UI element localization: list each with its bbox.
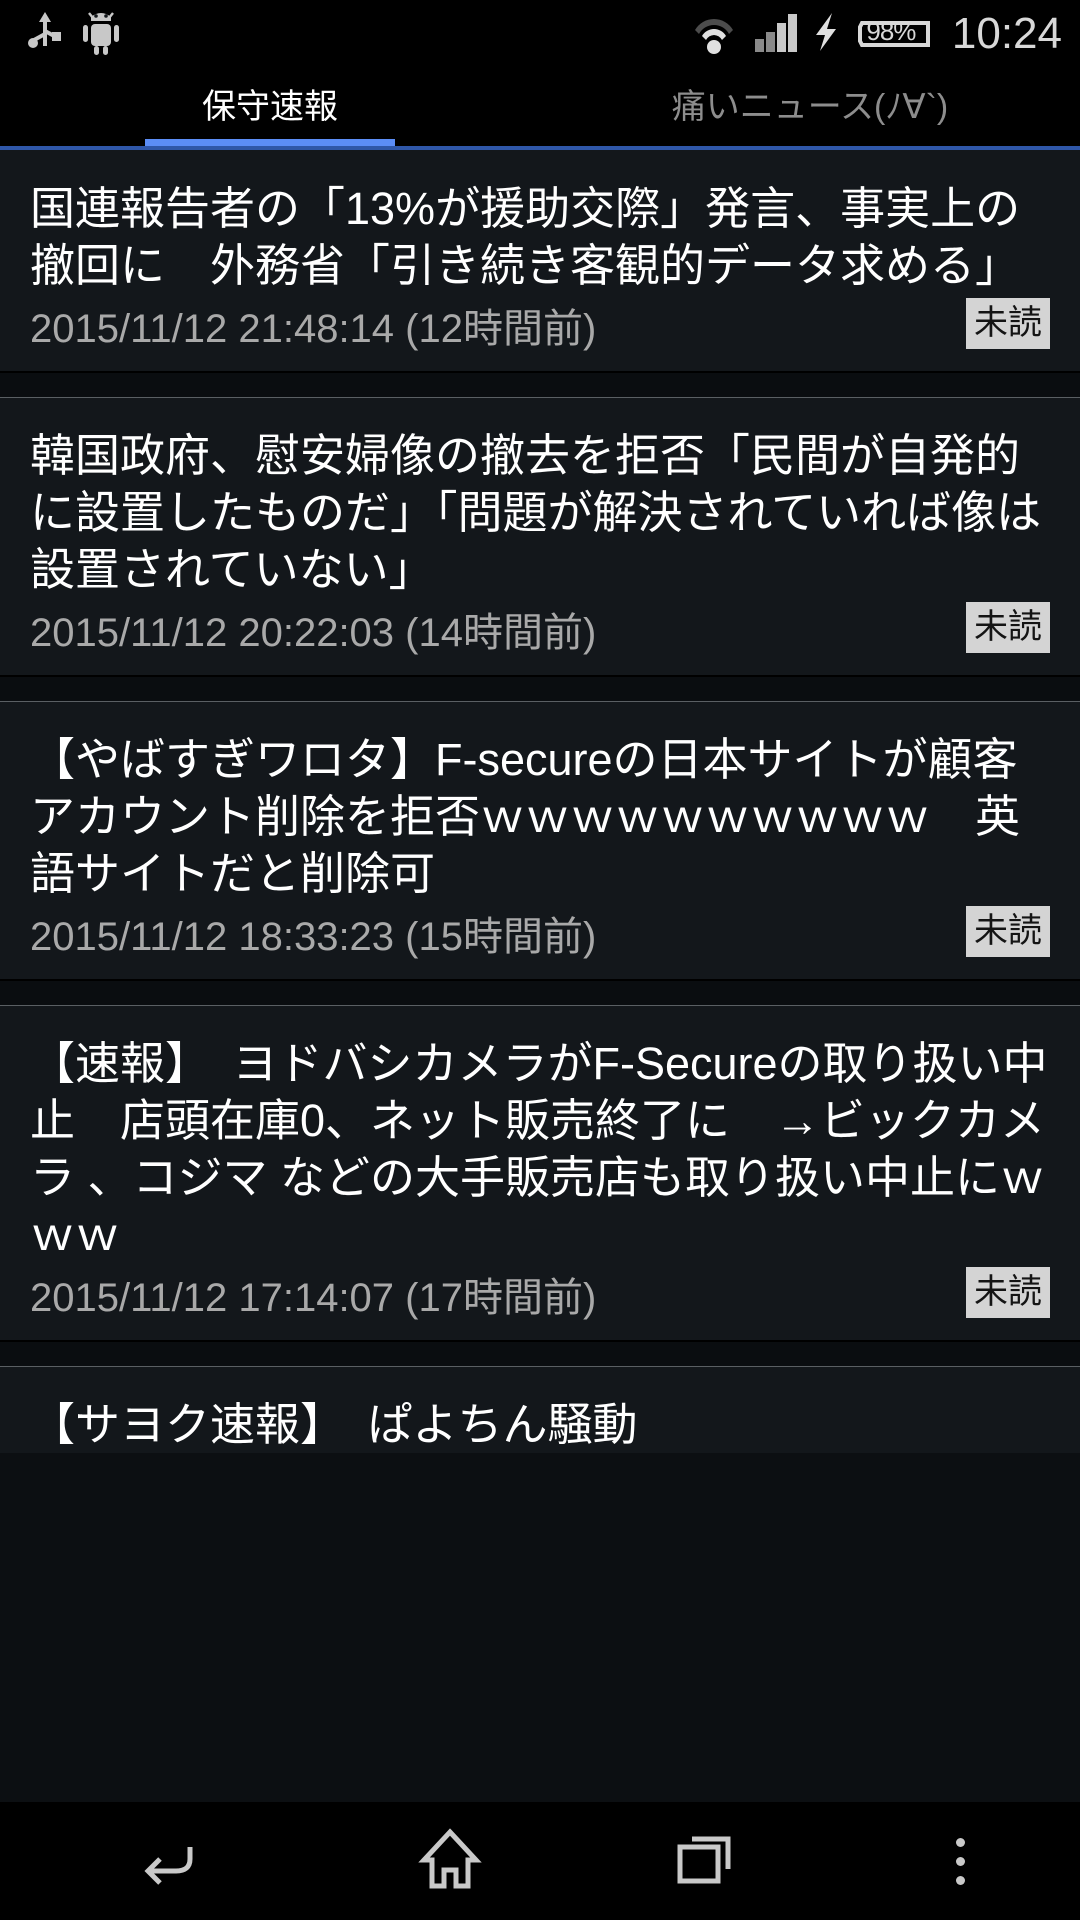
charging-bolt-icon — [812, 9, 840, 60]
home-button[interactable] — [330, 1802, 570, 1920]
battery-icon: 98% — [854, 11, 938, 57]
article-title: 【速報】 ヨドバシカメラがF-Secureの取り扱い中止 店頭在庫0、ネット販売… — [30, 1038, 1048, 1260]
recents-icon — [672, 1829, 738, 1894]
system-navigation-bar[interactable] — [0, 1802, 1080, 1920]
overflow-menu-button[interactable] — [840, 1802, 1080, 1920]
dot — [955, 1837, 965, 1847]
list-separator — [0, 1005, 1080, 1006]
article-timestamp: 2015/11/12 17:14:07 (17時間前) — [30, 1276, 597, 1320]
list-item[interactable]: 【やばすぎワロタ】F-secureの日本サイトが顧客アカウント削除を拒否ｗｗｗｗ… — [0, 701, 1080, 981]
recents-button[interactable] — [570, 1802, 840, 1920]
back-icon — [130, 1829, 200, 1894]
battery-percent-label: 98% — [866, 15, 916, 46]
cellular-signal-icon — [754, 9, 798, 60]
article-meta: 2015/11/12 20:22:03 (14時間前) 未読 — [30, 598, 1050, 675]
list-separator — [0, 397, 1080, 398]
status-badge[interactable]: 未読 — [966, 298, 1050, 349]
status-badge[interactable]: 未読 — [966, 602, 1050, 653]
status-bar-right-icons: 98% 10:24 — [688, 0, 1062, 68]
article-title: 韓国政府、慰安婦像の撤去を拒否「民間が自発的に設置したものだ」「問題が解決されて… — [30, 430, 1042, 595]
home-icon — [418, 1826, 482, 1897]
article-title: 【やばすぎワロタ】F-secureの日本サイトが顧客アカウント削除を拒否ｗｗｗｗ… — [30, 734, 1021, 899]
status-badge[interactable]: 未読 — [966, 906, 1050, 957]
list-item[interactable]: 韓国政府、慰安婦像の撤去を拒否「民間が自発的に設置したものだ」「問題が解決されて… — [0, 397, 1080, 677]
list-item[interactable]: 【サヨク速報】 ぱよちん騒動 — [0, 1366, 1080, 1453]
article-meta: 2015/11/12 17:14:07 (17時間前) 未読 — [30, 1263, 1050, 1340]
overflow-menu-icon — [955, 1833, 965, 1890]
status-bar-left-icons — [0, 9, 120, 60]
article-meta: 2015/11/12 18:33:23 (15時間前) 未読 — [30, 902, 1050, 979]
tab-label: 保守速報 — [202, 88, 338, 126]
article-title: 国連報告者の「13%が援助交際」発言、事実上の撤回に 外務省「引き続き客観的デー… — [30, 183, 1021, 291]
dot — [955, 1875, 965, 1885]
status-bar-clock: 10:24 — [951, 9, 1062, 58]
list-gap — [0, 981, 1080, 1005]
tab-hoshu-sokuhou[interactable]: 保守速報 — [0, 68, 540, 146]
list-separator — [0, 701, 1080, 702]
status-badge[interactable]: 未読 — [966, 1267, 1050, 1318]
tab-bar[interactable]: 保守速報 痛いニュース(ﾉ∀`) — [0, 68, 1080, 146]
list-gap — [0, 1342, 1080, 1366]
android-debug-icon — [82, 9, 120, 60]
active-tab-indicator — [145, 139, 395, 146]
usb-icon — [28, 9, 62, 60]
list-item[interactable]: 【速報】 ヨドバシカメラがF-Secureの取り扱い中止 店頭在庫0、ネット販売… — [0, 1005, 1080, 1342]
list-gap — [0, 677, 1080, 701]
status-bar[interactable]: 98% 10:24 — [0, 0, 1080, 68]
back-button[interactable] — [0, 1802, 330, 1920]
article-title: 【サヨク速報】 ぱよちん騒動 — [30, 1399, 638, 1450]
list-separator — [0, 1366, 1080, 1367]
article-list[interactable]: 国連報告者の「13%が援助交際」発言、事実上の撤回に 外務省「引き続き客観的デー… — [0, 150, 1080, 1920]
article-timestamp: 2015/11/12 21:48:14 (12時間前) — [30, 307, 597, 351]
article-meta: 2015/11/12 21:48:14 (12時間前) 未読 — [30, 294, 1050, 371]
wifi-icon — [688, 9, 740, 60]
list-gap — [0, 373, 1080, 397]
tab-label: 痛いニュース(ﾉ∀`) — [671, 88, 949, 126]
tab-itai-news[interactable]: 痛いニュース(ﾉ∀`) — [540, 68, 1080, 146]
dot — [955, 1856, 965, 1866]
list-item[interactable]: 国連報告者の「13%が援助交際」発言、事実上の撤回に 外務省「引き続き客観的デー… — [0, 150, 1080, 373]
article-timestamp: 2015/11/12 20:22:03 (14時間前) — [30, 611, 597, 655]
article-timestamp: 2015/11/12 18:33:23 (15時間前) — [30, 915, 597, 959]
